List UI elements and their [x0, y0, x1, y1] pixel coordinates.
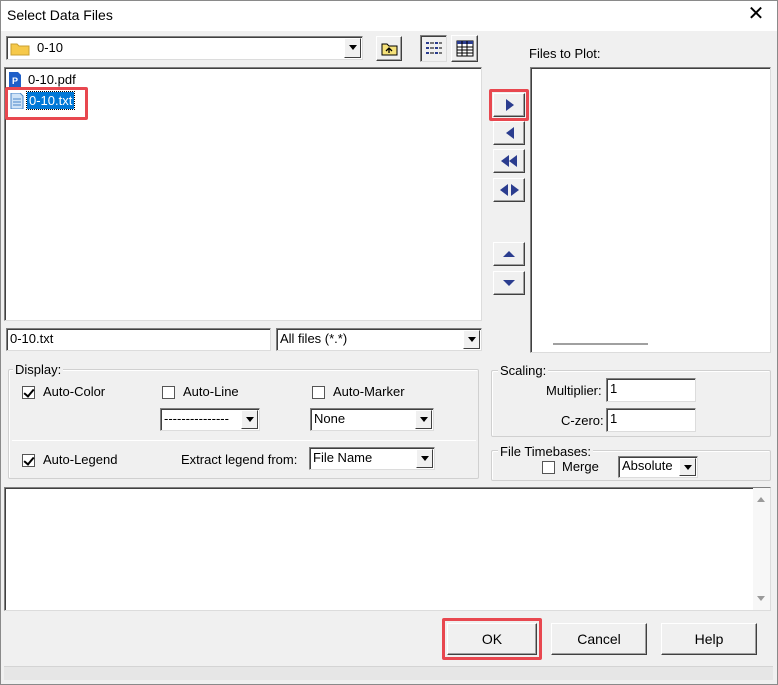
add-file-button[interactable]: [493, 93, 525, 117]
filename-field[interactable]: 0-10.txt: [6, 328, 271, 351]
scroll-down-icon[interactable]: [757, 596, 765, 601]
marker-combo-value: None: [314, 411, 346, 426]
line-style-combo[interactable]: ---------------: [160, 408, 260, 431]
swap-arrows-icon: [500, 184, 508, 196]
list-item-label: 0-10.pdf: [28, 72, 76, 87]
marker-combo[interactable]: None: [310, 408, 434, 431]
file-timebases-label: File Timebases:: [498, 444, 594, 459]
czero-label: C-zero:: [561, 413, 604, 428]
auto-line-label: Auto-Line: [183, 384, 239, 399]
merge-checkbox[interactable]: [542, 461, 555, 474]
title-bar: [1, 1, 777, 31]
list-view-icon: [425, 40, 443, 60]
timebase-mode-combo-value: Absolute: [622, 458, 673, 473]
chevron-down-icon[interactable]: [679, 458, 696, 476]
extract-legend-label: Extract legend from:: [181, 452, 298, 467]
group-divider: [12, 440, 476, 441]
czero-input[interactable]: 1: [606, 408, 696, 432]
file-type-combo[interactable]: All files (*.*): [276, 328, 482, 351]
scroll-up-icon[interactable]: [757, 497, 765, 502]
folder-combo-value: 0-10: [37, 40, 64, 55]
remove-file-button[interactable]: [493, 121, 525, 145]
merge-label: Merge: [562, 459, 599, 474]
details-view-icon: [456, 40, 474, 60]
cancel-button[interactable]: Cancel: [551, 623, 647, 655]
help-button[interactable]: Help: [661, 623, 757, 655]
close-icon[interactable]: ✕: [746, 4, 766, 24]
chevron-down-icon[interactable]: [344, 38, 361, 58]
info-text-area[interactable]: [4, 487, 771, 611]
up-folder-button[interactable]: [376, 36, 402, 61]
remove-all-button[interactable]: [493, 149, 525, 173]
details-view-button[interactable]: [451, 35, 478, 62]
files-to-plot-list[interactable]: [530, 67, 771, 353]
svg-text:P: P: [12, 76, 18, 86]
display-group-label: Display:: [13, 362, 64, 377]
timebase-mode-combo[interactable]: Absolute: [618, 456, 698, 478]
text-file-icon: [10, 92, 24, 112]
auto-legend-checkbox[interactable]: [22, 454, 35, 467]
move-down-button[interactable]: [493, 271, 525, 295]
vertical-scrollbar[interactable]: [753, 488, 770, 610]
chevron-down-icon[interactable]: [463, 330, 480, 349]
list-view-button[interactable]: [420, 35, 447, 62]
file-type-combo-value: All files (*.*): [280, 331, 348, 346]
ok-button[interactable]: OK: [447, 623, 537, 655]
swap-button[interactable]: [493, 178, 525, 202]
czero-input-value: 1: [610, 411, 618, 426]
bottom-strip: [4, 666, 773, 680]
multiplier-input-value: 1: [610, 381, 618, 396]
auto-marker-label: Auto-Marker: [333, 384, 405, 399]
auto-marker-checkbox[interactable]: [312, 386, 325, 399]
list-item-label: 0-10.txt: [25, 91, 76, 110]
extract-legend-combo[interactable]: File Name: [309, 447, 435, 470]
files-to-plot-label: Files to Plot:: [529, 46, 601, 61]
arrow-left-icon: [506, 127, 514, 139]
chevron-down-icon[interactable]: [416, 449, 433, 468]
filename-field-value: 0-10.txt: [10, 331, 54, 346]
auto-legend-label: Auto-Legend: [43, 452, 118, 467]
multiplier-label: Multiplier:: [546, 383, 602, 398]
folder-combo[interactable]: 0-10: [6, 36, 363, 60]
auto-color-label: Auto-Color: [43, 384, 106, 399]
up-folder-icon: [381, 41, 398, 59]
dialog-title: Select Data Files: [7, 7, 113, 23]
double-arrow-left-icon: [501, 155, 509, 167]
auto-color-checkbox[interactable]: [22, 386, 35, 399]
help-button-label: Help: [694, 631, 724, 647]
arrow-up-icon: [503, 251, 515, 257]
extract-legend-combo-value: File Name: [313, 450, 373, 465]
auto-line-checkbox[interactable]: [162, 386, 175, 399]
folder-icon: [10, 41, 30, 59]
line-style-combo-value: ---------------: [164, 411, 229, 426]
arrow-right-icon: [506, 99, 514, 111]
multiplier-input[interactable]: 1: [606, 378, 696, 402]
chevron-down-icon[interactable]: [415, 410, 432, 429]
arrow-down-icon: [503, 280, 515, 286]
list-item[interactable]: 0-10.txt: [10, 91, 85, 112]
move-up-button[interactable]: [493, 242, 525, 266]
horizontal-scrollbar[interactable]: [553, 343, 648, 345]
chevron-down-icon[interactable]: [241, 410, 258, 429]
scaling-group-label: Scaling:: [498, 363, 549, 378]
